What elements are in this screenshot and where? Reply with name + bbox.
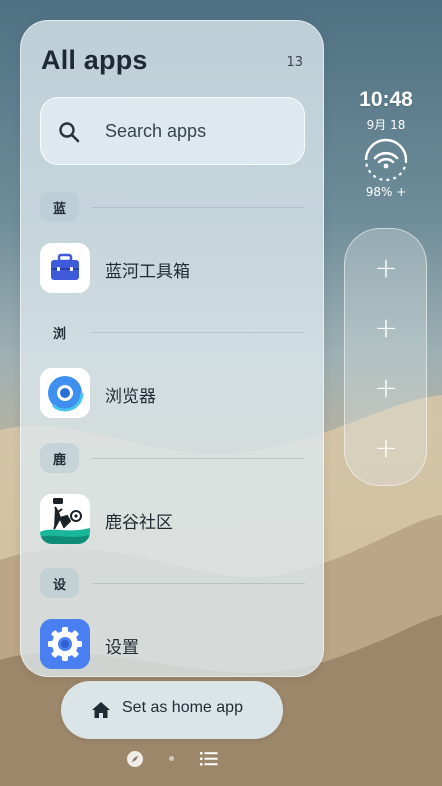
section-header: 鹿 [40,443,305,473]
search-placeholder: Search apps [105,121,207,141]
set-home-app-label: Set as home app [122,699,243,716]
add-shortcut-button[interactable]: + [372,314,400,342]
section-letter[interactable]: 鹿 [40,443,79,473]
divider [92,458,305,459]
list-icon[interactable] [200,751,218,767]
section-header: 设 [40,568,305,598]
shortcut-panel: + + + + [344,228,427,486]
divider [92,332,305,333]
divider [92,207,305,208]
app-item-browser[interactable]: 浏览器 [40,368,305,418]
app-label: 蓝河工具箱 [105,262,190,282]
app-label: 鹿谷社区 [105,513,173,533]
drawer-title: All apps [41,45,148,75]
search-bar[interactable]: Search apps [40,97,305,165]
section-letter[interactable]: 设 [40,568,79,598]
app-label: 设置 [105,638,139,658]
clock-time: 10:48 [359,88,413,111]
settings-gear-icon [40,619,90,669]
app-count: 13 [286,55,303,70]
section-header: 浏 [40,317,305,347]
deer-community-icon [40,494,90,544]
app-item-toolbox[interactable]: 蓝河工具箱 [40,243,305,293]
bottom-nav [0,748,442,772]
set-home-app-button[interactable]: Set as home app [61,681,283,739]
divider [92,583,305,584]
compass-icon[interactable] [126,750,144,768]
clock-date: 9月 18 [366,118,406,132]
app-item-deer-community[interactable]: 鹿谷社区 [40,494,305,544]
add-shortcut-button[interactable]: + [372,254,400,282]
add-shortcut-button[interactable]: + [372,434,400,462]
home-icon [92,702,110,718]
page-indicator-dot [169,756,174,761]
section-letter[interactable]: 蓝 [40,192,79,222]
section-letter[interactable]: 浏 [40,317,79,347]
app-item-settings[interactable]: 设置 [40,619,305,669]
browser-icon [40,368,90,418]
toolbox-icon [40,243,90,293]
add-shortcut-button[interactable]: + [372,374,400,402]
wifi-icon [364,138,408,182]
search-icon [59,122,80,143]
app-drawer: All apps 13 Search apps 蓝 蓝河工具箱 浏 浏览器 鹿 … [20,20,324,677]
battery-status: 98% + [365,185,407,199]
app-label: 浏览器 [105,387,156,407]
section-header: 蓝 [40,192,305,222]
